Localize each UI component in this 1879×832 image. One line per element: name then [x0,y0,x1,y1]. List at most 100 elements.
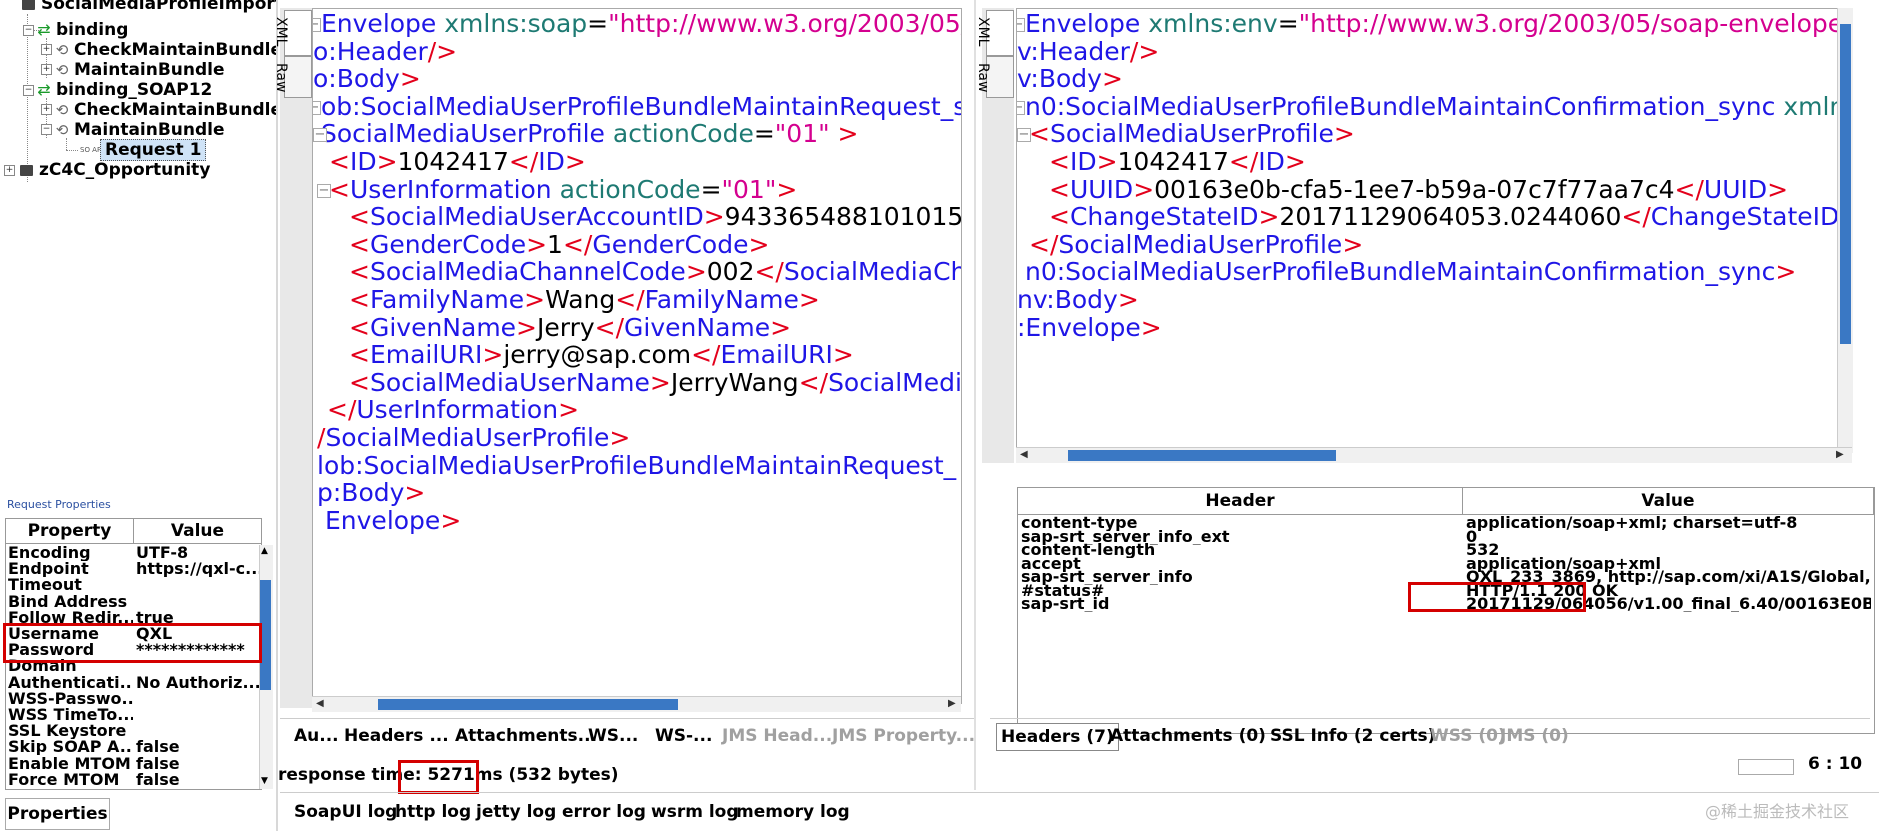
highlight-box [398,760,479,794]
soap-request-icon: SO AP [80,146,102,154]
property-name: Force MTOM [8,771,120,788]
scrollbar-thumb[interactable] [1068,450,1336,461]
property-row[interactable]: SSL Keystore [6,723,261,739]
expand-icon[interactable]: + [41,44,52,55]
column-header-value[interactable]: Value [1463,488,1874,515]
property-row[interactable]: Skip SOAP A... false [6,739,261,755]
request-properties-title: Request Properties [7,498,111,511]
log-tab[interactable]: SoapUI log [294,799,397,825]
tree-node-project[interactable]: SocialMediaProfileImport [22,0,276,16]
request-xml-editor[interactable]: Envelope xmlns:soap="http://www.w3.org/2… [312,8,962,704]
log-tab[interactable]: error log [562,799,646,825]
column-header-header[interactable]: Header [1018,488,1463,515]
property-row[interactable]: Force MTOM false [6,772,261,788]
scrollbar-thumb[interactable] [378,699,678,710]
scroll-right-icon[interactable]: ▶ [948,698,956,709]
fold-icon[interactable]: − [1017,100,1025,115]
vertical-scrollbar[interactable] [1837,8,1853,453]
property-row[interactable]: WSS-Passwo... [6,691,261,707]
scrollbar-thumb[interactable] [1840,24,1851,344]
bottom-tab[interactable]: JMS Property... [832,723,975,749]
column-header-value[interactable]: Value [134,519,261,544]
property-name: WSS TimeTo... [8,707,133,723]
property-value[interactable]: https://qxl-c... [136,561,261,577]
property-row[interactable]: Endpoint https://qxl-c... [6,561,261,577]
column-header-property[interactable]: Property [6,519,134,544]
project-tree[interactable]: SocialMediaProfileImport ⇄ binding − + ⟲ C… [0,0,276,494]
collapse-icon[interactable]: − [23,85,34,96]
bottom-tab[interactable]: JMS Head... [722,723,832,749]
operation-icon: ⟲ [55,121,69,139]
log-tab[interactable]: jetty log [476,799,556,825]
request-view-tabs [280,8,312,708]
scroll-left-icon[interactable]: ◀ [1020,449,1028,460]
expand-icon[interactable]: + [4,165,15,176]
xml-token: > [440,505,462,535]
property-value[interactable]: UTF-8 [136,545,261,561]
fold-icon[interactable]: − [1017,18,1025,32]
property-row[interactable]: Bind Address [6,594,261,610]
scroll-down-icon[interactable]: ▼ [261,776,268,786]
fold-icon[interactable]: − [313,128,327,143]
folder-icon [20,164,33,176]
xml-line: n0:SocialMediaUserProfileBundleMaintainC… [1025,255,1796,288]
property-value[interactable]: No Authoriz... [136,675,261,691]
fold-icon[interactable]: − [313,100,321,115]
xml-token: SocialMedi [828,367,962,397]
bottom-tab[interactable]: WSS (0) [1430,723,1506,749]
bottom-tab[interactable]: Headers (7) [996,723,1119,751]
property-row[interactable]: Enable MTOM false [6,756,261,772]
xml-token: "http://www.w3.org/2003/05/soap-envelope… [1298,9,1838,38]
xml-token: > [1775,257,1797,287]
bottom-tab[interactable]: Headers ... [344,723,449,749]
log-tab[interactable]: wsrm log [651,799,739,825]
watermark: @稀土掘金技术社区 [1705,802,1850,821]
xml-token: actionCode [612,119,754,149]
splitter[interactable] [276,0,278,831]
bottom-tab[interactable]: WS... [588,723,638,749]
property-value[interactable]: false [136,772,261,788]
xml-token: /> [1129,36,1160,66]
horizontal-scrollbar[interactable]: ◀ ▶ [1016,447,1852,463]
bottom-tab[interactable]: JMS (0) [1500,723,1569,749]
splitter[interactable] [974,0,976,790]
response-bottom-tabs: Headers (7) Attachments (0) SSL Info (2 ce… [990,718,1870,763]
property-value[interactable]: false [136,756,261,772]
scroll-right-icon[interactable]: ▶ [1836,449,1844,460]
fold-icon[interactable]: − [317,183,331,198]
property-row[interactable]: WSS TimeTo... [6,707,261,723]
tab-xml[interactable]: XML [975,10,1014,56]
property-value[interactable]: false [136,739,261,755]
expand-icon[interactable]: + [41,64,52,75]
xml-token: = [587,9,609,38]
scroll-up-icon[interactable]: ▲ [261,546,268,556]
bottom-tab[interactable]: Attachments... [455,723,597,749]
property-row[interactable]: Encoding UTF-8 [6,545,261,561]
property-name: Authenticati... [8,674,133,691]
bottom-tab[interactable]: SSL Info (2 certs) [1270,723,1435,749]
fold-icon[interactable]: − [313,18,321,32]
tree-node-project[interactable]: zC4C_Opportunity [20,158,210,182]
progress-indicator [1738,759,1794,775]
property-row[interactable]: Authenticati... No Authoriz... [6,675,261,691]
properties-button[interactable]: Properties [5,798,110,830]
xml-token: </ [1621,202,1651,232]
horizontal-scrollbar[interactable]: ◀ ▶ [312,696,961,712]
property-name: Timeout [8,577,82,594]
tab-xml[interactable]: XML [273,10,312,56]
bottom-tab[interactable]: WS-... [655,723,712,749]
scroll-left-icon[interactable]: ◀ [316,698,324,709]
property-row[interactable]: Timeout [6,577,261,593]
expand-icon[interactable]: + [41,104,52,115]
bottom-tab[interactable]: Au... [294,723,339,749]
response-xml-editor[interactable]: Envelope xmlns:env="http://www.w3.org/20… [1016,8,1838,455]
tab-raw[interactable]: Raw [273,56,312,98]
log-tab[interactable]: memory log [736,799,850,825]
tab-raw[interactable]: Raw [975,56,1014,98]
collapse-icon[interactable]: − [41,124,52,135]
log-tab[interactable]: http log [395,799,471,825]
collapse-icon[interactable]: − [23,25,34,36]
bottom-tab[interactable]: Attachments (0) [1110,723,1266,749]
xml-token: xmlns:env [1148,9,1278,38]
fold-icon[interactable]: − [1017,128,1031,143]
